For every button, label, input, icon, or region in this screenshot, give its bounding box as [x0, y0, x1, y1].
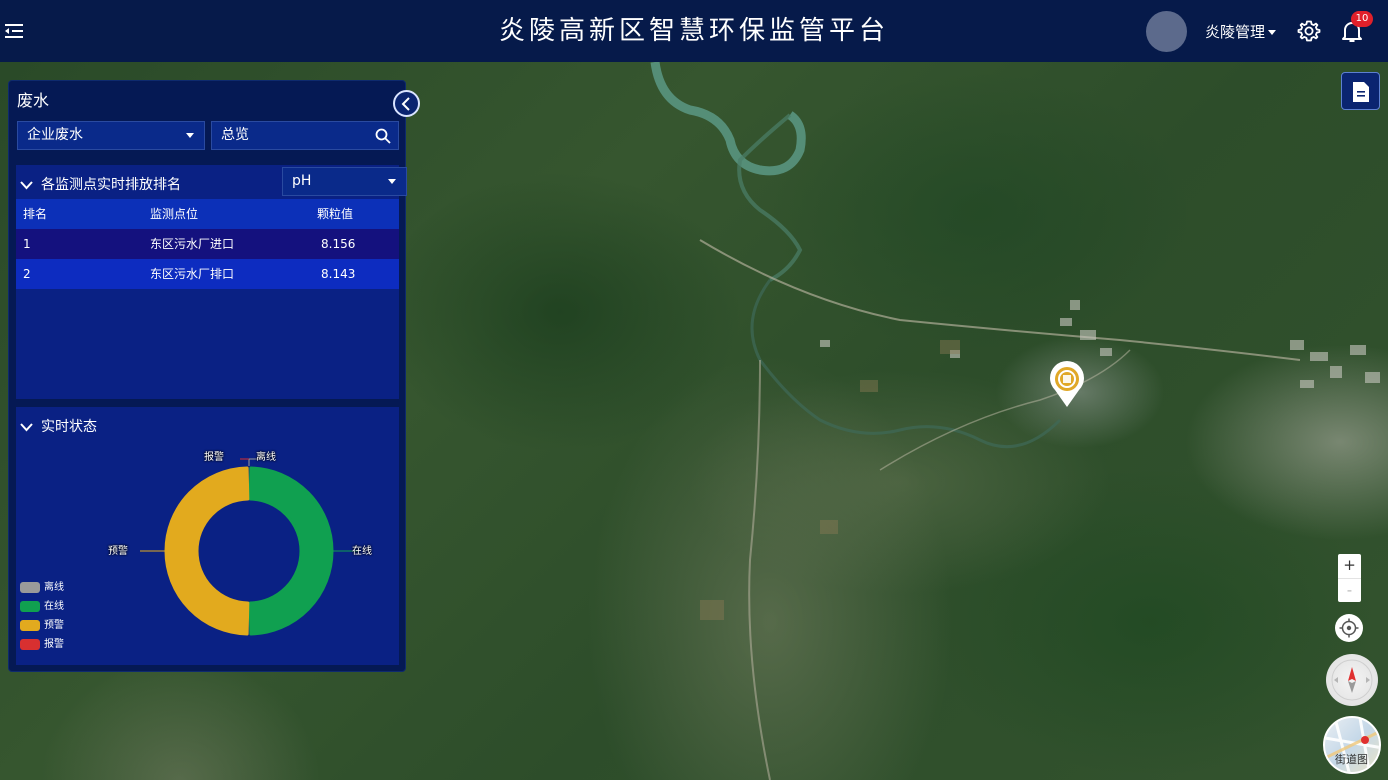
- column-header-rank: 排名: [23, 207, 48, 221]
- legend-swatch: [20, 619, 40, 631]
- status-donut-chart[interactable]: [16, 407, 399, 665]
- street-map-label: 街道图: [1335, 753, 1368, 766]
- table-row[interactable]: 1 东区污水厂进口 8.156: [16, 229, 399, 259]
- chevron-down-icon: [20, 180, 33, 189]
- legend-label: 报警: [44, 639, 64, 650]
- chevron-left-icon: [401, 97, 410, 111]
- crosshair-icon: [1339, 618, 1359, 638]
- row-site: 东区污水厂进口: [150, 237, 235, 251]
- street-map-toggle[interactable]: 街道图: [1323, 716, 1381, 774]
- caret-down-icon: [186, 133, 194, 138]
- monitoring-site-marker[interactable]: [1048, 360, 1086, 408]
- donut-slice-1[interactable]: [248, 466, 334, 636]
- row-site: 东区污水厂排口: [150, 267, 235, 281]
- legend-item[interactable]: 离线: [20, 581, 64, 600]
- caret-down-icon: [388, 179, 396, 184]
- collapse-panel-button[interactable]: [393, 90, 420, 117]
- slice-label-online: 在线: [352, 546, 372, 557]
- legend-swatch: [20, 600, 40, 612]
- ranking-section-title: 各监测点实时排放排名: [41, 177, 181, 193]
- caret-down-icon: [1268, 30, 1277, 35]
- legend-item[interactable]: 报警: [20, 638, 64, 657]
- status-section: 实时状态 报警 离线 在线 预警 离线 在线 预警 报警: [16, 407, 399, 665]
- notification-badge: 10: [1351, 11, 1373, 27]
- menu-fold-icon[interactable]: [4, 21, 24, 41]
- document-icon: [1353, 82, 1369, 102]
- row-rank: 2: [23, 267, 31, 281]
- wastewater-panel: 废水 企业废水 总览 各监测点实时排放排名 pH 排名 监测点位 颗粒值 1 东…: [8, 80, 420, 672]
- category-select-value: 企业废水: [27, 127, 83, 143]
- user-avatar[interactable]: [1146, 11, 1187, 52]
- legend-label: 离线: [44, 582, 64, 593]
- metric-select[interactable]: pH: [282, 167, 407, 196]
- search-input[interactable]: 总览: [211, 121, 399, 150]
- zoom-out-button[interactable]: -: [1338, 578, 1361, 602]
- category-select[interactable]: 企业废水: [17, 121, 205, 150]
- table-row[interactable]: 2 东区污水厂排口 8.143: [16, 259, 399, 289]
- compass-button[interactable]: [1326, 654, 1378, 706]
- ranking-section-header[interactable]: 各监测点实时排放排名: [20, 174, 181, 194]
- zoom-in-button[interactable]: +: [1338, 554, 1361, 578]
- legend-item[interactable]: 在线: [20, 600, 64, 619]
- compass-icon: [1331, 659, 1373, 701]
- donut-slice-2[interactable]: [164, 466, 250, 636]
- slice-label-warning: 预警: [108, 546, 128, 557]
- legend-item[interactable]: 预警: [20, 619, 64, 638]
- ranking-table-header: 排名 监测点位 颗粒值: [16, 199, 399, 229]
- ranking-section: 各监测点实时排放排名 pH 排名 监测点位 颗粒值 1 东区污水厂进口 8.15…: [16, 165, 407, 399]
- top-header: 炎陵高新区智慧环保监管平台 炎陵管理 10: [0, 0, 1388, 62]
- column-header-value: 颗粒值: [317, 207, 354, 221]
- metric-select-value: pH: [292, 173, 312, 189]
- user-name: 炎陵管理: [1205, 23, 1266, 41]
- user-menu-dropdown[interactable]: 炎陵管理: [1205, 21, 1277, 42]
- slice-label-alarm: 报警: [204, 452, 224, 463]
- panel-title: 废水: [17, 91, 50, 110]
- search-icon[interactable]: [375, 128, 391, 144]
- row-value: 8.143: [321, 267, 356, 281]
- slice-label-offline: 离线: [256, 452, 276, 463]
- row-rank: 1: [23, 237, 31, 251]
- report-document-button[interactable]: [1341, 72, 1380, 110]
- search-input-value: 总览: [221, 127, 249, 143]
- legend-label: 在线: [44, 601, 64, 612]
- row-value: 8.156: [321, 237, 356, 251]
- zoom-control: + -: [1338, 554, 1361, 602]
- legend-swatch: [20, 638, 40, 650]
- status-legend: 离线 在线 预警 报警: [20, 581, 64, 657]
- column-header-site: 监测点位: [150, 207, 199, 221]
- gear-icon[interactable]: [1297, 19, 1321, 43]
- locate-button[interactable]: [1335, 614, 1363, 642]
- legend-swatch: [20, 581, 40, 593]
- legend-label: 预警: [44, 620, 64, 631]
